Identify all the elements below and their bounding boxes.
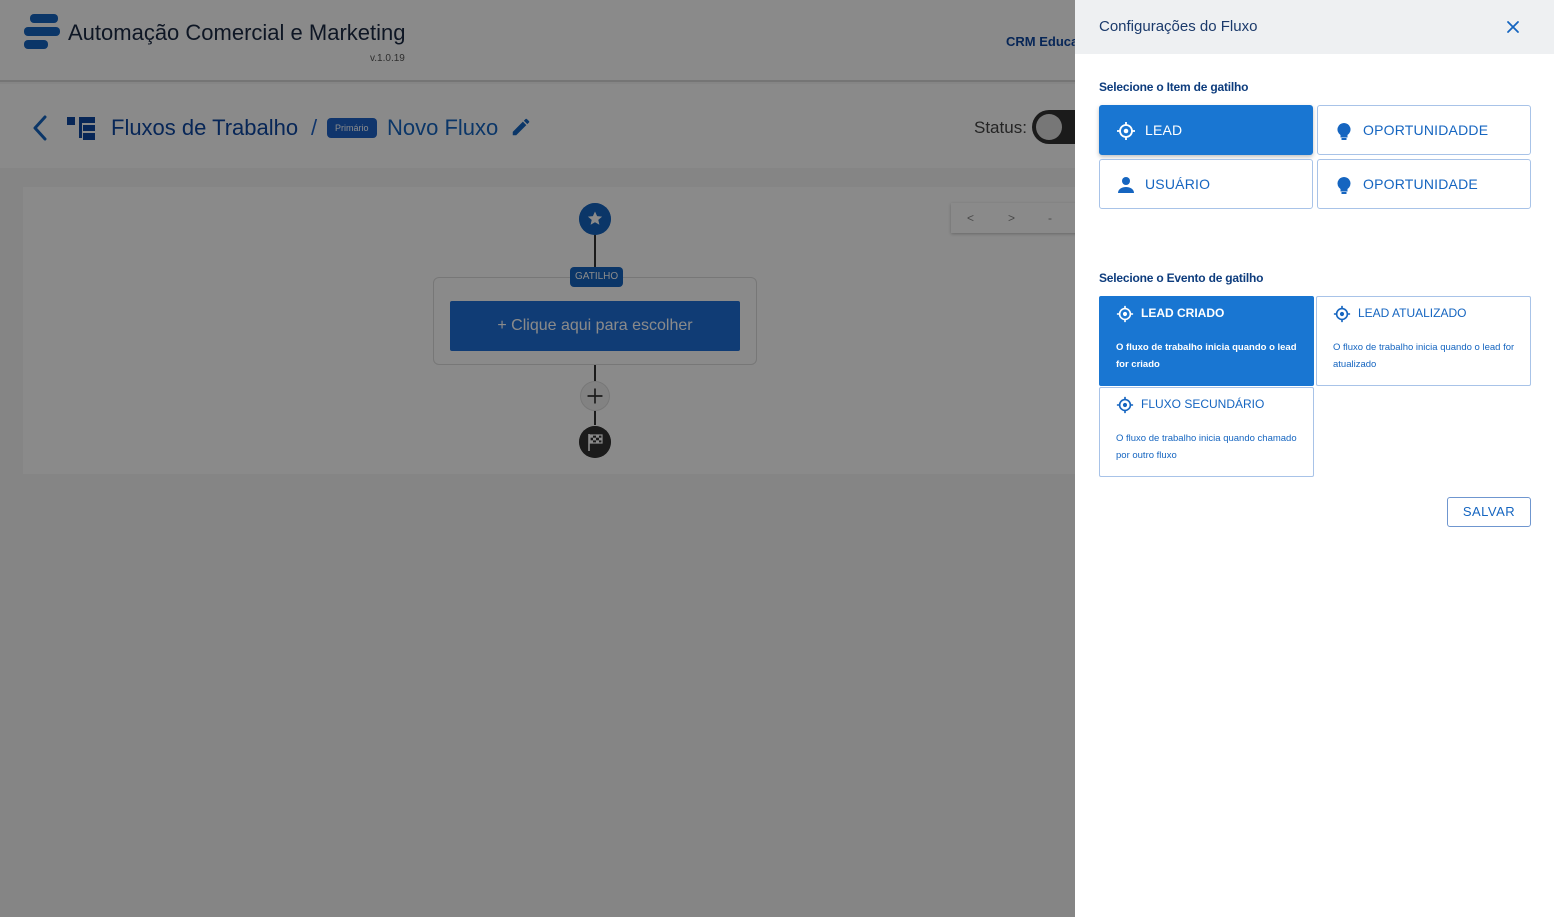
item-option-lead[interactable]: LEAD [1099,105,1313,155]
save-button[interactable]: SALVAR [1447,497,1531,527]
item-option-usuario[interactable]: USUÁRIO [1099,159,1313,209]
event-option-title: LEAD ATUALIZADO [1358,306,1467,320]
lightbulb-icon [1337,122,1351,140]
person-icon [1118,177,1134,193]
item-section-label: Selecione o Item de gatilho [1099,80,1249,94]
event-option-fluxo-secundario[interactable]: FLUXO SECUNDÁRIO O fluxo de trabalho ini… [1099,387,1314,477]
modal-overlay[interactable] [0,0,1075,917]
event-option-lead-atualizado[interactable]: LEAD ATUALIZADO O fluxo de trabalho inic… [1316,296,1531,386]
item-option-label: OPORTUNIDADDE [1363,122,1489,138]
event-section-label: Selecione o Evento de gatilho [1099,271,1264,285]
crosshair-icon [1117,122,1135,140]
item-option-label: OPORTUNIDADE [1363,176,1478,192]
item-option-oportunidadde[interactable]: OPORTUNIDADDE [1317,105,1531,155]
item-option-label: LEAD [1145,122,1183,138]
item-option-oportunidade[interactable]: OPORTUNIDADE [1317,159,1531,209]
item-option-label: USUÁRIO [1145,176,1211,192]
crosshair-icon [1116,396,1134,414]
drawer-title: Configurações do Fluxo [1099,18,1258,35]
event-option-description: O fluxo de trabalho inicia quando chamad… [1116,433,1297,461]
crosshair-icon [1116,305,1134,323]
event-option-description: O fluxo de trabalho inicia quando o lead… [1333,342,1515,370]
event-option-description: O fluxo de trabalho inicia quando o lead… [1116,342,1297,370]
drawer-header: Configurações do Fluxo [1075,0,1554,54]
flow-settings-drawer: Configurações do Fluxo Selecione o Item … [1075,0,1554,917]
lightbulb-icon [1337,176,1351,194]
event-option-title: LEAD CRIADO [1141,306,1225,320]
close-icon[interactable] [1503,17,1523,37]
crosshair-icon [1333,305,1351,323]
event-option-title: FLUXO SECUNDÁRIO [1141,397,1265,411]
event-option-lead-criado[interactable]: LEAD CRIADO O fluxo de trabalho inicia q… [1099,296,1314,386]
